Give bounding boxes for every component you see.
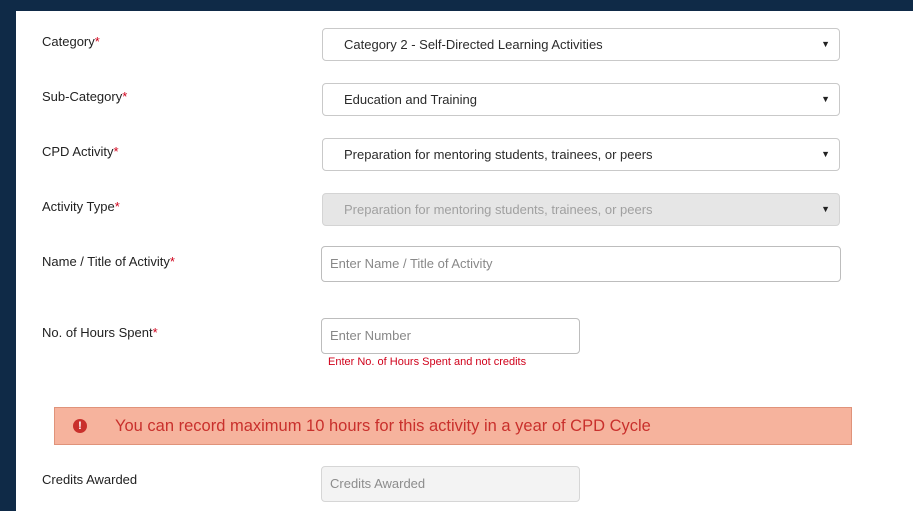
cpd-activity-select-value: Preparation for mentoring students, trai… [344, 147, 653, 162]
exclamation-circle-icon: ! [73, 419, 87, 433]
required-asterisk: * [114, 199, 120, 214]
required-asterisk: * [169, 254, 175, 269]
hours-placeholder: Enter Number [330, 328, 411, 343]
required-asterisk: * [94, 34, 100, 49]
max-hours-alert: ! You can record maximum 10 hours for th… [54, 407, 852, 445]
category-label: Category* [42, 34, 100, 49]
required-asterisk: * [113, 144, 119, 159]
sub-category-label: Sub-Category* [42, 89, 127, 104]
name-title-placeholder: Enter Name / Title of Activity [330, 256, 493, 271]
sub-category-label-text: Sub-Category [42, 89, 123, 104]
required-asterisk: * [152, 325, 158, 340]
cpd-activity-label-text: CPD Activity [42, 144, 114, 159]
cpd-form-panel: Category* Category 2 - Self-Directed Lea… [16, 11, 913, 511]
name-title-label-text: Name / Title of Activity [42, 254, 170, 269]
activity-type-label-text: Activity Type [42, 199, 115, 214]
credits-label: Credits Awarded [42, 472, 137, 487]
credits-input: Credits Awarded [321, 466, 580, 502]
name-title-input[interactable]: Enter Name / Title of Activity [321, 246, 841, 282]
caret-down-icon: ▼ [821, 39, 830, 49]
sub-category-select-value: Education and Training [344, 92, 477, 107]
hours-label-text: No. of Hours Spent [42, 325, 153, 340]
caret-down-icon: ▼ [821, 149, 830, 159]
category-select[interactable]: Category 2 - Self-Directed Learning Acti… [322, 28, 840, 61]
category-label-text: Category [42, 34, 95, 49]
cpd-activity-select[interactable]: Preparation for mentoring students, trai… [322, 138, 840, 171]
caret-down-icon: ▼ [821, 204, 830, 214]
hours-input[interactable]: Enter Number [321, 318, 580, 354]
required-asterisk: * [122, 89, 128, 104]
activity-type-label: Activity Type* [42, 199, 120, 214]
hours-label: No. of Hours Spent* [42, 325, 158, 340]
sub-category-select[interactable]: Education and Training ▼ [322, 83, 840, 116]
activity-type-select: Preparation for mentoring students, trai… [322, 193, 840, 226]
caret-down-icon: ▼ [821, 94, 830, 104]
hours-hint: Enter No. of Hours Spent and not credits [328, 356, 527, 368]
credits-placeholder: Credits Awarded [330, 476, 426, 491]
cpd-activity-label: CPD Activity* [42, 144, 119, 159]
credits-label-text: Credits Awarded [42, 472, 138, 487]
activity-type-select-value: Preparation for mentoring students, trai… [344, 202, 653, 217]
alert-text: You can record maximum 10 hours for this… [115, 417, 651, 435]
category-select-value: Category 2 - Self-Directed Learning Acti… [344, 37, 603, 52]
name-title-label: Name / Title of Activity* [42, 254, 175, 269]
